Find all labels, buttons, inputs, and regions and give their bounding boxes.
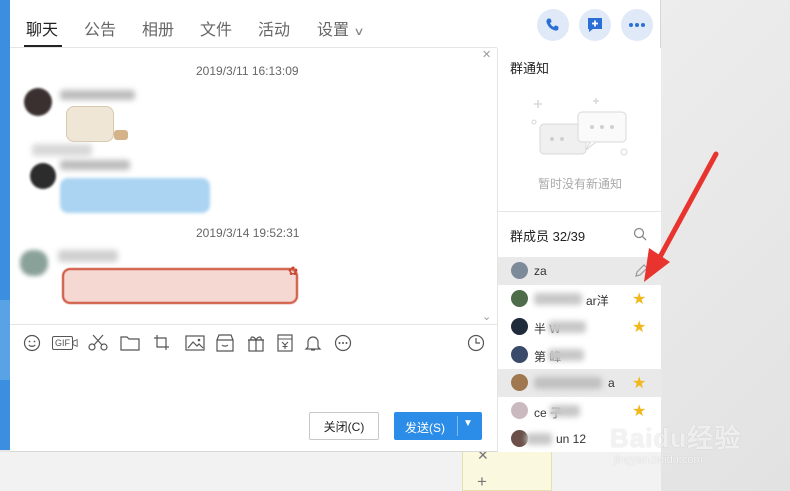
watermark-brand: Baidu经验 — [610, 423, 742, 453]
more-circle-icon[interactable] — [333, 333, 353, 353]
member-name-redacted — [548, 321, 586, 333]
chevron-down-icon: ∨ — [353, 26, 365, 38]
avatar — [511, 318, 528, 335]
add-message-button[interactable] — [579, 9, 611, 41]
member-name-redacted — [534, 377, 602, 389]
scissors-icon[interactable] — [88, 333, 108, 353]
message-bubble[interactable] — [62, 268, 298, 304]
member-name: za — [534, 264, 547, 278]
tab-activities[interactable]: 活动 — [258, 16, 290, 40]
member-item[interactable]: za — [498, 257, 662, 285]
more-button[interactable] — [621, 9, 653, 41]
message-timestamp: 2019/3/14 19:52:31 — [196, 226, 300, 240]
gift-icon[interactable] — [246, 333, 266, 353]
member-name-redacted — [534, 293, 582, 305]
phone-icon — [546, 18, 559, 31]
sender-name-redacted — [32, 144, 92, 156]
watermark-url: jingyan.baidu.com — [614, 454, 703, 466]
member-item[interactable]: 第 峰 — [498, 341, 662, 369]
desktop-background-bottom — [0, 452, 661, 491]
empty-notice-text: 暂时没有新通知 — [537, 177, 622, 191]
sticker-icon — [114, 130, 128, 140]
member-item[interactable]: a ★ — [498, 369, 662, 397]
member-name-redacted — [548, 349, 584, 361]
tab-bar: 聊天 公告 相册 文件 活动 设置 ∨ — [10, 0, 653, 48]
tab-chat[interactable]: 聊天 — [26, 16, 58, 40]
sender-name-redacted — [58, 250, 118, 262]
avatar — [511, 262, 528, 279]
member-name-redacted — [550, 405, 580, 417]
message-list[interactable]: ✕ 2019/3/11 16:13:09 2019/3/14 19:52:31 … — [10, 48, 497, 324]
add-icon[interactable]: + — [477, 473, 487, 490]
baidu-watermark: Baidu经验 jingyan.baidu.com — [600, 400, 790, 480]
sticker-message[interactable] — [66, 106, 114, 142]
group-notice-title: 群通知 — [510, 61, 550, 76]
red-packet-icon[interactable] — [275, 333, 295, 353]
empty-notice-illustration — [531, 98, 628, 156]
bell-icon[interactable] — [303, 333, 323, 353]
screenshot-icon[interactable] — [153, 333, 173, 353]
member-name: a — [608, 376, 615, 390]
message-input[interactable] — [10, 358, 497, 406]
tab-announcement[interactable]: 公告 — [84, 16, 116, 40]
send-label: 发送(S) — [405, 421, 445, 435]
star-icon: ★ — [632, 291, 647, 308]
group-members-title: 群成员 32/39 — [510, 229, 586, 244]
shop-icon[interactable] — [215, 333, 235, 353]
avatar — [511, 346, 528, 363]
active-tab-indicator — [24, 45, 62, 47]
avatar — [511, 402, 528, 419]
emoji-icon[interactable] — [22, 333, 42, 353]
send-button[interactable]: 发送(S) ▼ — [394, 412, 482, 440]
gif-label: GIF — [52, 336, 73, 350]
button-divider — [457, 416, 458, 436]
scroll-up-icon[interactable]: ✕ — [482, 48, 491, 61]
history-clock-icon[interactable] — [466, 333, 486, 353]
avatar[interactable] — [30, 163, 56, 189]
tab-settings[interactable]: 设置 ∨ — [317, 16, 365, 40]
decoration-icon: ✿ — [288, 264, 299, 278]
member-name: ar洋 — [586, 294, 609, 308]
folder-icon[interactable] — [120, 333, 140, 353]
tab-files[interactable]: 文件 — [200, 16, 232, 40]
chevron-down-icon[interactable]: ▼ — [463, 418, 473, 429]
sender-name-redacted — [60, 160, 130, 170]
member-item[interactable]: 半 W ★ — [498, 313, 662, 341]
star-icon: ★ — [632, 375, 647, 392]
member-name: un 12 — [556, 432, 587, 446]
phone-call-button[interactable] — [537, 9, 569, 41]
member-item[interactable]: ar洋 ★ — [498, 285, 662, 313]
star-icon: ★ — [632, 319, 647, 336]
input-toolbar: GIF — [10, 324, 497, 358]
sender-name-redacted — [60, 90, 135, 100]
more-icon — [629, 23, 645, 27]
add-message-icon — [588, 18, 602, 32]
member-name-redacted — [526, 433, 552, 445]
window-edge — [0, 0, 10, 450]
avatar — [511, 290, 528, 307]
tab-album[interactable]: 相册 — [142, 16, 174, 40]
close-button[interactable]: 关闭(C) — [309, 412, 379, 440]
annotation-arrow — [644, 151, 719, 282]
tab-settings-label: 设置 — [317, 22, 350, 39]
divider — [498, 211, 662, 212]
avatar[interactable] — [20, 250, 48, 276]
avatar — [511, 374, 528, 391]
scroll-down-icon[interactable]: ⌄ — [482, 310, 491, 323]
message-bubble[interactable] — [60, 178, 210, 213]
message-timestamp: 2019/3/11 16:13:09 — [196, 64, 299, 78]
group-side-panel: 群通知 暂时没有新通知 群成员 32/39 za ar洋 ★ 半 W ★ 第 峰 — [497, 48, 662, 452]
avatar[interactable] — [24, 88, 52, 116]
gif-icon[interactable]: GIF — [52, 333, 78, 353]
image-icon[interactable] — [185, 333, 205, 353]
